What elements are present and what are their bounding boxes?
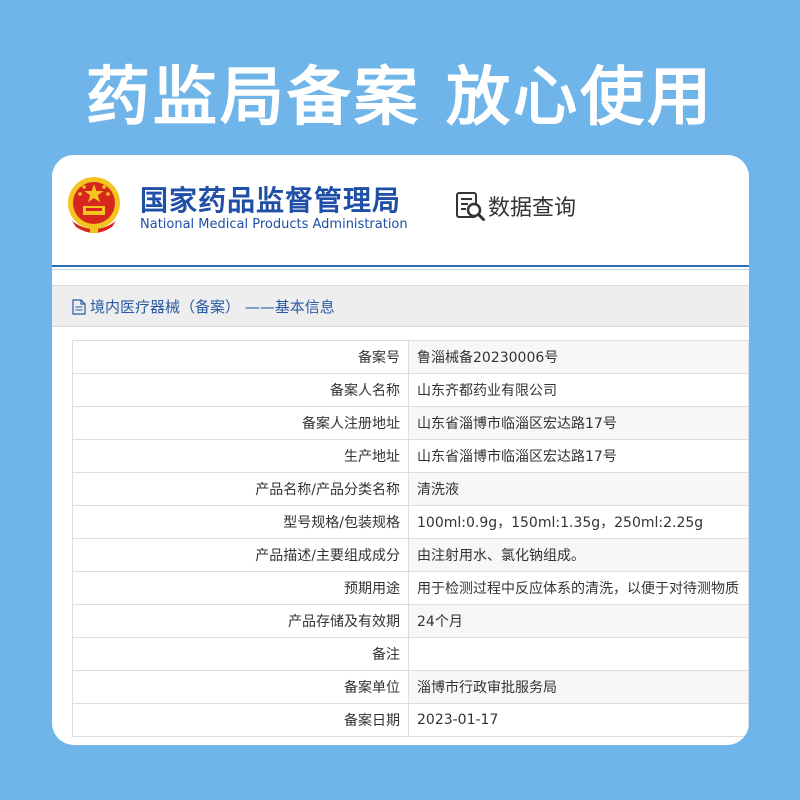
document-icon: [72, 298, 86, 315]
field-value: 清洗液: [408, 472, 749, 506]
field-value: 山东省淄博市临淄区宏达路17号: [408, 439, 749, 473]
field-value: 2023-01-17: [408, 703, 749, 737]
field-value: 100ml:0.9g，150ml:1.35g，250ml:2.25g: [408, 505, 749, 539]
banner-headline: 药监局备案 放心使用: [85, 61, 715, 135]
field-label: 生产地址: [72, 439, 409, 473]
section-header: 境内医疗器械（备案） ——基本信息: [52, 285, 749, 327]
table-row: 备注: [72, 637, 749, 671]
field-label: 备案单位: [72, 670, 409, 704]
field-value: 24个月: [408, 604, 749, 638]
field-label: 备案人名称: [72, 373, 409, 407]
table-row: 产品描述/主要组成成分 由注射用水、氯化钠组成。: [72, 538, 749, 572]
field-label: 备案日期: [72, 703, 409, 737]
data-query-link[interactable]: 数据查询: [454, 190, 576, 222]
site-name-cn: 国家药品监督管理局: [140, 184, 402, 217]
table-row: 预期用途 用于检测过程中反应体系的清洗，以便于对待测物质: [72, 571, 749, 605]
field-value: 淄博市行政审批服务局: [408, 670, 749, 704]
field-label: 产品存储及有效期: [72, 604, 409, 638]
search-document-icon: [456, 192, 485, 221]
table-row: 生产地址 山东省淄博市临淄区宏达路17号: [72, 439, 749, 473]
table-row: 产品存储及有效期 24个月: [72, 604, 749, 638]
field-label: 型号规格/包装规格: [72, 505, 409, 539]
table-row: 备案单位 淄博市行政审批服务局: [72, 670, 749, 704]
header-divider: [52, 265, 749, 267]
table-row: 备案人注册地址 山东省淄博市临淄区宏达路17号: [72, 406, 749, 440]
field-value: 用于检测过程中反应体系的清洗，以便于对待测物质: [408, 571, 749, 605]
field-value: 山东齐都药业有限公司: [408, 373, 749, 407]
national-emblem-icon: [68, 177, 120, 233]
field-label: 备案人注册地址: [72, 406, 409, 440]
table-row: 备案日期 2023-01-17: [72, 703, 749, 737]
field-label: 产品名称/产品分类名称: [72, 472, 409, 506]
section-title: 境内医疗器械（备案） ——基本信息: [72, 296, 335, 317]
table-row: 型号规格/包装规格 100ml:0.9g，150ml:1.35g，250ml:2.…: [72, 505, 749, 539]
record-info-table: 备案号 鲁淄械备20230006号 备案人名称 山东齐都药业有限公司 备案人注册地址 山东…: [72, 340, 749, 737]
section-title-text: 境内医疗器械（备案） ——基本信息: [90, 298, 335, 316]
field-value: 鲁淄械备20230006号: [408, 340, 749, 374]
field-label: 产品描述/主要组成成分: [72, 538, 409, 572]
site-header: 国家药品监督管理局 National Medical Products Admi…: [52, 155, 749, 265]
field-value: [408, 637, 749, 671]
field-label: 备注: [72, 637, 409, 671]
field-label: 预期用途: [72, 571, 409, 605]
field-value: 由注射用水、氯化钠组成。: [408, 538, 749, 572]
table-row: 备案人名称 山东齐都药业有限公司: [72, 373, 749, 407]
field-label: 备案号: [72, 340, 409, 374]
header-divider-thin: [52, 269, 749, 270]
table-row: 产品名称/产品分类名称 清洗液: [72, 472, 749, 506]
screenshot-card: 国家药品监督管理局 National Medical Products Admi…: [52, 155, 749, 745]
data-query-label: 数据查询: [488, 196, 577, 221]
table-row: 备案号 鲁淄械备20230006号: [72, 340, 749, 374]
site-name-en: National Medical Products Administration: [140, 217, 408, 232]
field-value: 山东省淄博市临淄区宏达路17号: [408, 406, 749, 440]
